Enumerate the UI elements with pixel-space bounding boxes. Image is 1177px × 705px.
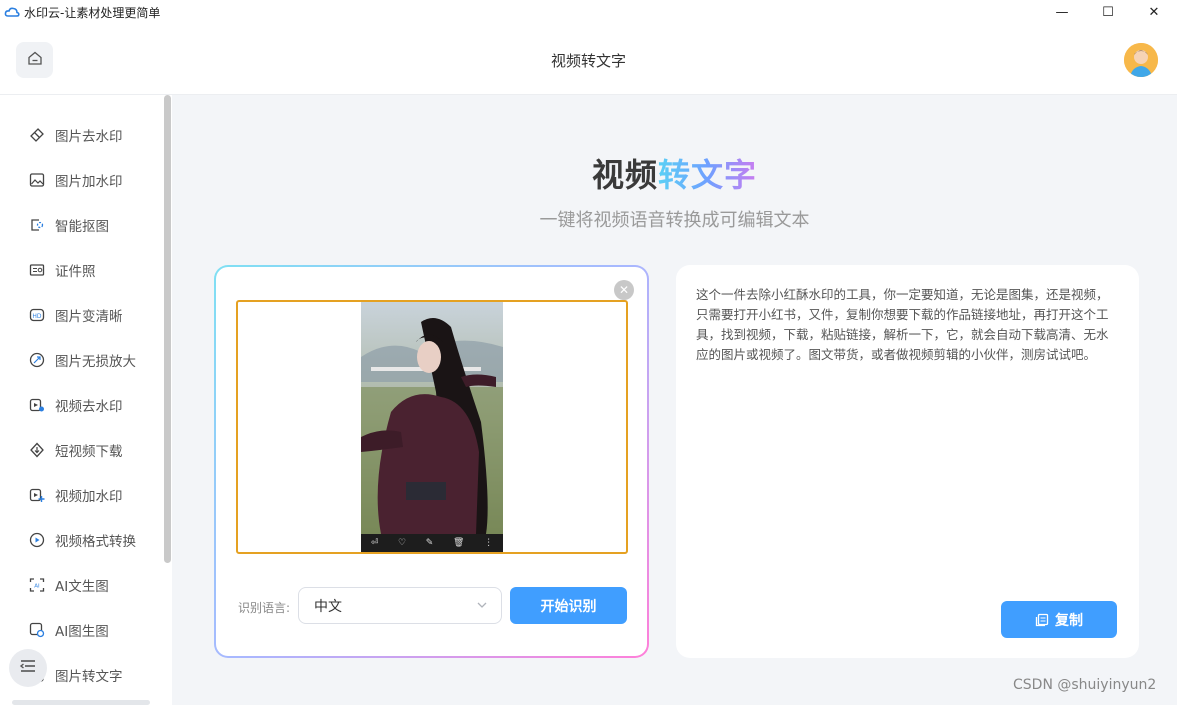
eraser-icon xyxy=(28,126,46,144)
sidebar-item-label: 图片变清晰 xyxy=(55,309,123,325)
sidebar-item-video-format-convert[interactable]: 视频格式转换 xyxy=(0,520,164,560)
play-circle-icon xyxy=(28,531,46,549)
minimize-button[interactable]: — xyxy=(1039,0,1085,24)
close-icon: ✕ xyxy=(618,283,630,297)
video-preview[interactable]: ⏎ ♡ ✎ 🗑 ⋮ xyxy=(236,300,628,554)
id-card-icon xyxy=(28,261,46,279)
ai-image-image-icon xyxy=(28,621,46,639)
language-select[interactable]: 中文 xyxy=(298,587,502,624)
recognized-text[interactable]: 这个一件去除小红酥水印的工具，你一定要知道，无论是图集，还是视频，只需要打开小红… xyxy=(696,285,1116,365)
sidebar-item-image-watermark-add[interactable]: 图片加水印 xyxy=(0,160,164,200)
sidebar-item-label: 证件照 xyxy=(55,264,96,280)
sidebar-item-image-enhance[interactable]: HD 图片变清晰 xyxy=(0,295,164,335)
start-recognition-button[interactable]: 开始识别 xyxy=(510,587,627,624)
hd-icon: HD xyxy=(28,306,46,324)
cutout-icon xyxy=(28,216,46,234)
sidebar-item-label: 视频格式转换 xyxy=(55,534,136,550)
sidebar-item-label: AI文生图 xyxy=(55,579,109,595)
remove-video-button[interactable]: ✕ xyxy=(614,280,634,300)
more-icon[interactable]: ⋮ xyxy=(484,538,493,548)
video-thumbnail: ⏎ ♡ ✎ 🗑 ⋮ xyxy=(361,302,503,552)
sidebar-item-video-watermark-remove[interactable]: 视频去水印 xyxy=(0,385,164,425)
maximize-button[interactable]: ☐ xyxy=(1085,0,1131,24)
edit-icon[interactable]: ✎ xyxy=(426,538,434,548)
copy-icon xyxy=(1035,613,1049,627)
sidebar-item-label: AI图生图 xyxy=(55,624,109,640)
sidebar-active-indicator xyxy=(12,700,150,705)
window-title: 水印云-让素材处理更简单 xyxy=(24,5,161,20)
sidebar-item-smart-cutout[interactable]: 智能抠图 xyxy=(0,205,164,245)
sidebar-item-label: 视频去水印 xyxy=(55,399,123,415)
svg-text:HD: HD xyxy=(32,313,42,320)
sidebar-item-id-photo[interactable]: 证件照 xyxy=(0,250,164,290)
sidebar-item-label: 智能抠图 xyxy=(55,219,109,235)
ai-text-image-icon: AI xyxy=(28,576,46,594)
sidebar-item-ai-text-to-image[interactable]: AI AI文生图 xyxy=(0,565,164,605)
collapse-sidebar-button[interactable] xyxy=(9,649,47,687)
sidebar-item-image-watermark-remove[interactable]: 图片去水印 xyxy=(0,115,164,155)
download-icon xyxy=(28,441,46,459)
sidebar-item-label: 视频加水印 xyxy=(55,489,123,505)
video-eraser-icon xyxy=(28,396,46,414)
feature-heading: 视频转文字 xyxy=(172,150,1177,196)
window-titlebar: 水印云-让素材处理更简单 — ☐ ✕ xyxy=(0,0,1177,24)
chevron-down-icon xyxy=(475,598,489,616)
image-icon xyxy=(28,171,46,189)
sidebar-item-video-watermark-add[interactable]: 视频加水印 xyxy=(0,475,164,515)
close-window-button[interactable]: ✕ xyxy=(1131,0,1177,24)
delete-icon[interactable]: 🗑 xyxy=(453,538,464,548)
avatar[interactable] xyxy=(1124,43,1158,77)
svg-text:AI: AI xyxy=(34,584,40,590)
sidebar-item-label: 图片无损放大 xyxy=(55,354,136,370)
sidebar-item-label: 图片转文字 xyxy=(55,669,123,685)
app-header: 视频转文字 xyxy=(0,24,1177,95)
video-add-icon xyxy=(28,486,46,504)
csdn-watermark: CSDN @shuiyinyun2 xyxy=(1013,677,1157,693)
sidebar-item-label: 短视频下载 xyxy=(55,444,123,460)
window-controls: — ☐ ✕ xyxy=(1039,0,1177,24)
sidebar-item-label: 图片去水印 xyxy=(55,129,123,145)
heart-icon[interactable]: ♡ xyxy=(398,538,406,548)
feature-subtitle: 一键将视频语音转换成可编辑文本 xyxy=(539,210,810,231)
sidebar-item-label: 图片加水印 xyxy=(55,174,123,190)
language-label: 识别语言: xyxy=(238,601,291,615)
sidebar: 图片去水印 图片加水印 智能抠图 证件照 HD 图片变清晰 图片无损放大 视频去… xyxy=(0,95,172,705)
sidebar-item-image-enlarge[interactable]: 图片无损放大 xyxy=(0,340,164,380)
upload-panel: ✕ ⏎ ♡ ✎ 🗑 ⋮ 识别语言: 中文 开始识别 xyxy=(214,265,649,658)
sidebar-item-short-video-download[interactable]: 短视频下载 xyxy=(0,430,164,470)
language-select-value: 中文 xyxy=(314,598,342,615)
cloud-logo-icon xyxy=(4,4,20,20)
copy-button-label: 复制 xyxy=(1055,612,1083,629)
page-title: 视频转文字 xyxy=(550,52,626,70)
menu-fold-icon xyxy=(19,658,37,678)
video-toolbar: ⏎ ♡ ✎ 🗑 ⋮ xyxy=(361,534,503,552)
feature-heading-part1: 视频 xyxy=(591,156,658,194)
enlarge-icon xyxy=(28,351,46,369)
sidebar-item-ai-image-to-image[interactable]: AI图生图 xyxy=(0,610,164,650)
feature-heading-part2: 转文字 xyxy=(658,156,758,194)
copy-button[interactable]: 复制 xyxy=(1001,601,1117,638)
result-panel: 这个一件去除小红酥水印的工具，你一定要知道，无论是图集，还是视频，只需要打开小红… xyxy=(676,265,1139,658)
sidebar-scrollbar[interactable] xyxy=(164,95,171,563)
share-icon[interactable]: ⏎ xyxy=(371,538,379,548)
